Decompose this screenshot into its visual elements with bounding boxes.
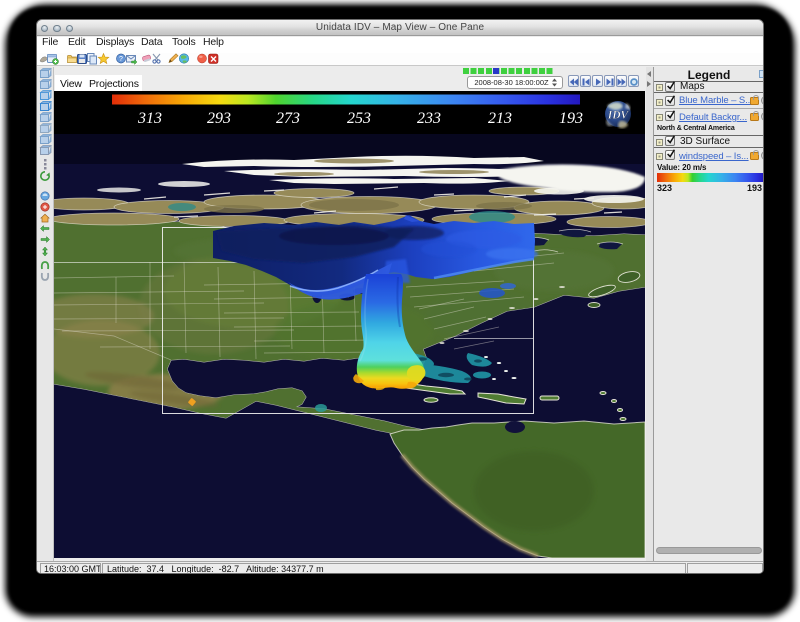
svg-text:253: 253 [347,110,371,127]
svg-text:IDV: IDV [607,110,630,122]
svg-text:213: 213 [488,110,512,127]
svg-text:193: 193 [559,110,583,127]
svg-text:?: ? [119,56,123,63]
svg-text:233: 233 [417,110,441,127]
svg-text:273: 273 [276,110,300,127]
svg-text:313: 313 [137,110,162,127]
svg-text:293: 293 [207,110,231,127]
